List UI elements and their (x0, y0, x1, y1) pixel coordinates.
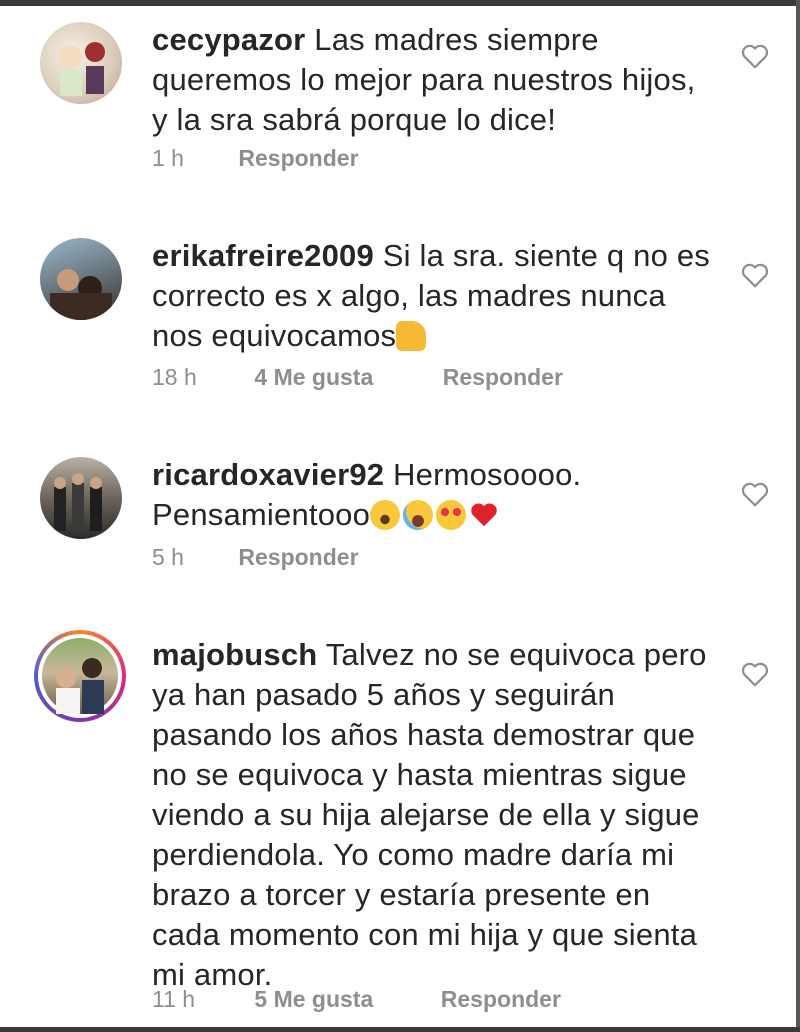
comment-username[interactable]: cecypazor (152, 22, 305, 57)
avatar[interactable] (40, 457, 122, 539)
comment-body: ricardoxavier92 Hermosoooo. Pensamientoo… (152, 455, 717, 535)
heart-outline-icon[interactable] (740, 480, 770, 508)
comment-username[interactable]: ricardoxavier92 (152, 457, 384, 492)
comment-meta: 1 h Responder (152, 145, 359, 172)
tears-of-joy-face-icon (403, 500, 434, 530)
reply-button[interactable]: Responder (238, 544, 358, 571)
red-heart-icon (469, 500, 499, 530)
reply-button[interactable]: Responder (443, 364, 563, 391)
comment-time[interactable]: 18 h (152, 364, 248, 391)
comment-body: majobusch Talvez no se equivoca pero ya … (152, 635, 717, 995)
avatar[interactable] (40, 238, 122, 320)
comment-meta: 5 h Responder (152, 544, 359, 571)
bottom-frame (0, 1027, 800, 1032)
comment-username[interactable]: erikafreire2009 (152, 238, 374, 273)
likes-count[interactable]: 5 Me gusta (254, 986, 434, 1013)
right-frame (796, 0, 800, 1032)
comment-body: cecypazor Las madres siempre queremos lo… (152, 20, 717, 140)
comment-time[interactable]: 1 h (152, 145, 232, 172)
heart-outline-icon[interactable] (740, 261, 770, 289)
avatar[interactable] (40, 22, 122, 104)
heart-outline-icon[interactable] (740, 42, 770, 70)
comment-body: erikafreire2009 Si la sra. siente q no e… (152, 236, 717, 356)
comment-meta: 18 h 4 Me gusta Responder (152, 364, 563, 391)
avatar (42, 638, 118, 714)
thumbs-up-icon (396, 321, 427, 351)
likes-count[interactable]: 4 Me gusta (254, 364, 436, 391)
comment-username[interactable]: majobusch (152, 637, 317, 672)
comment-text: Talvez no se equivoca pero ya han pasado… (152, 637, 707, 992)
avatar-with-story-ring[interactable] (34, 630, 126, 722)
reply-button[interactable]: Responder (441, 986, 561, 1013)
heart-outline-icon[interactable] (740, 660, 770, 688)
comment-time[interactable]: 11 h (152, 986, 248, 1013)
comment-meta: 11 h 5 Me gusta Responder (152, 986, 561, 1013)
comment-time[interactable]: 5 h (152, 544, 232, 571)
heart-eyes-face-icon (436, 500, 467, 530)
astonished-face-icon (370, 500, 401, 530)
top-frame (0, 0, 800, 6)
reply-button[interactable]: Responder (238, 145, 358, 172)
